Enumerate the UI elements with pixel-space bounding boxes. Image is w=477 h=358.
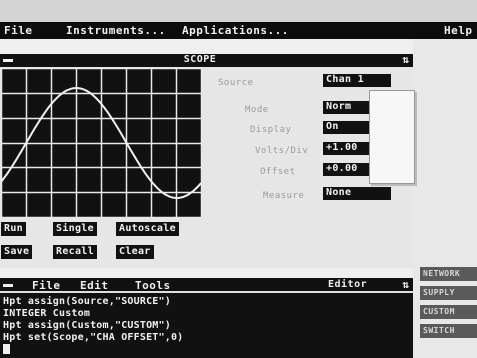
dropdown-popup bbox=[369, 90, 415, 184]
offset-field[interactable]: +0.00 bbox=[323, 163, 371, 176]
editor-menu-tools[interactable]: Tools bbox=[135, 279, 171, 292]
display-grid bbox=[1, 68, 202, 218]
editor-resize-arrows-icon[interactable]: ⇅ bbox=[402, 278, 409, 291]
screen: File Instruments... Applications... Help… bbox=[0, 0, 477, 358]
measure-label: Measure bbox=[263, 191, 305, 201]
resize-arrows-icon[interactable]: ⇅ bbox=[402, 53, 409, 66]
text-cursor bbox=[3, 344, 10, 354]
single-button[interactable]: Single bbox=[53, 222, 97, 236]
main-menu-bar: File Instruments... Applications... Help bbox=[0, 22, 477, 39]
code-line[interactable]: Hpt assign(Source,"SOURCE") bbox=[3, 296, 171, 307]
side-button-switch[interactable]: SWITCH bbox=[420, 324, 477, 338]
scope-window: SCOPE ⇅ Run Single Autoscale Save Recall… bbox=[0, 53, 413, 268]
code-line[interactable]: Hpt assign(Custom,"CUSTOM") bbox=[3, 320, 171, 331]
editor-window: File Edit Tools Editor ⇅ Hpt assign(Sour… bbox=[0, 278, 413, 358]
editor-menu-file[interactable]: File bbox=[32, 279, 61, 292]
source-field[interactable]: Chan 1 bbox=[323, 74, 391, 87]
side-button-network[interactable]: NETWORK bbox=[420, 267, 477, 281]
autoscale-button[interactable]: Autoscale bbox=[116, 222, 179, 236]
source-label: Source bbox=[218, 78, 254, 88]
side-button-custom[interactable]: CUSTOM bbox=[420, 305, 477, 319]
measure-field[interactable]: None bbox=[323, 187, 391, 200]
recall-button[interactable]: Recall bbox=[53, 245, 97, 259]
editor-menu-edit[interactable]: Edit bbox=[80, 279, 109, 292]
volts-div-field[interactable]: +1.00 bbox=[323, 142, 371, 155]
waveform-display bbox=[1, 68, 202, 218]
mode-label: Mode bbox=[245, 105, 269, 115]
menu-help[interactable]: Help bbox=[444, 24, 473, 37]
waveform-svg bbox=[1, 68, 202, 218]
code-line[interactable]: Hpt set(Scope,"CHA OFFSET",0) bbox=[3, 332, 183, 343]
editor-menu-bar: File Edit Tools Editor ⇅ bbox=[0, 278, 413, 293]
display-field[interactable]: On bbox=[323, 121, 371, 134]
run-button[interactable]: Run bbox=[1, 222, 26, 236]
clear-button[interactable]: Clear bbox=[116, 245, 154, 259]
title-band bbox=[0, 0, 477, 22]
mode-field[interactable]: Norm bbox=[323, 101, 371, 114]
scope-title: SCOPE bbox=[183, 54, 217, 65]
volts-div-label: Volts/Div bbox=[255, 146, 309, 156]
title-band-text bbox=[130, 4, 360, 17]
menu-instruments[interactable]: Instruments... bbox=[66, 24, 166, 37]
display-label: Display bbox=[250, 125, 292, 135]
window-menu-icon[interactable] bbox=[3, 59, 13, 62]
side-button-supply[interactable]: SUPPLY bbox=[420, 286, 477, 300]
menu-file[interactable]: File bbox=[4, 24, 33, 37]
code-line[interactable]: INTEGER Custom bbox=[3, 308, 90, 319]
editor-window-menu-icon[interactable] bbox=[3, 284, 13, 287]
editor-title: Editor bbox=[328, 279, 368, 290]
scope-title-bar[interactable]: SCOPE ⇅ bbox=[0, 53, 413, 67]
offset-label: Offset bbox=[260, 167, 296, 177]
save-button[interactable]: Save bbox=[1, 245, 33, 259]
menu-applications[interactable]: Applications... bbox=[182, 24, 289, 37]
